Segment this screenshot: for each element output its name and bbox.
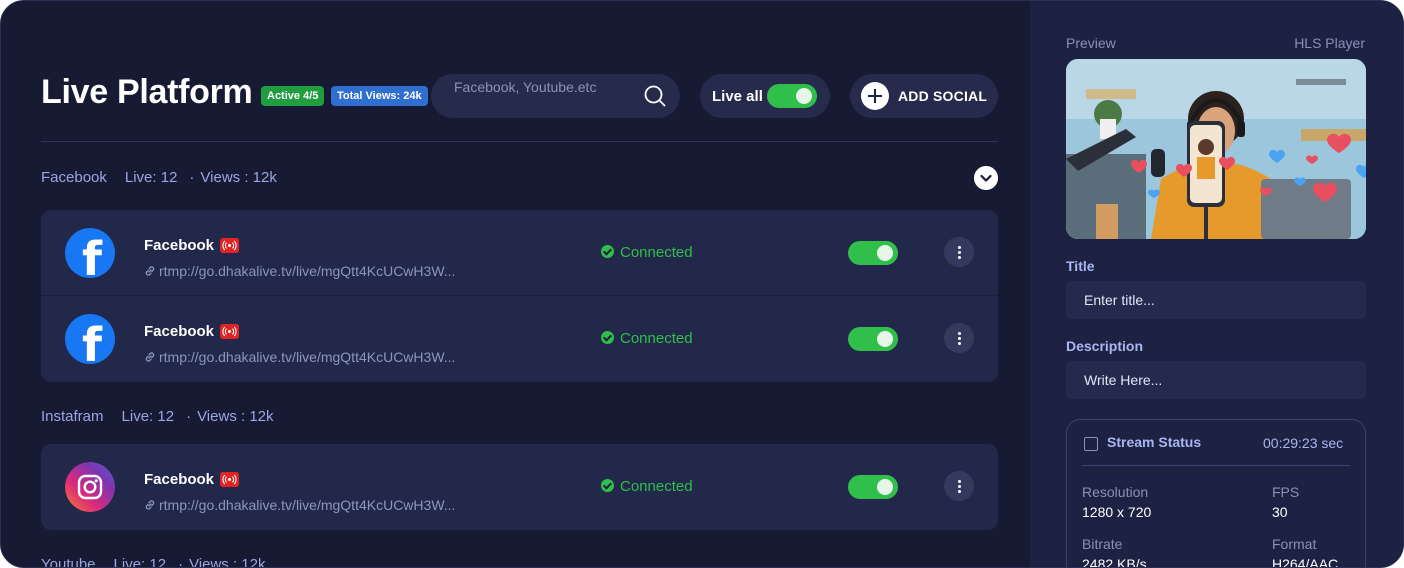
title-input[interactable] [1066, 281, 1366, 319]
section-views: Views : 12k [189, 556, 266, 568]
link-icon [145, 352, 155, 362]
more-options-icon[interactable] [944, 323, 974, 353]
add-social-label: ADD SOCIAL [898, 88, 988, 104]
search-box [431, 74, 680, 118]
account-list-facebook: f Facebook rtmp://go.dhakalive.tv/live/m… [41, 210, 998, 382]
live-broadcast-icon [220, 324, 239, 339]
description-input[interactable] [1066, 361, 1366, 399]
fps-label: FPS [1272, 484, 1300, 500]
stream-url-text: rtmp://go.dhakalive.tv/live/mgQtt4KcUCwH… [159, 263, 456, 279]
connection-status: Connected [601, 478, 693, 495]
connection-status: Connected [601, 244, 693, 261]
section-views: Views : 12k [197, 408, 274, 425]
account-name: Facebook [144, 237, 215, 254]
account-row: Facebook rtmp://go.dhakalive.tv/live/mgQ… [41, 444, 998, 530]
link-icon [145, 266, 155, 276]
stream-url: rtmp://go.dhakalive.tv/live/mgQtt4KcUCwH… [144, 263, 455, 279]
format-value: H264/AAC [1272, 556, 1339, 568]
live-broadcast-icon [220, 472, 239, 487]
live-all-label: Live all [712, 88, 763, 105]
bitrate-value: 2482 KB/s [1082, 556, 1147, 568]
separator-dot: · [178, 556, 184, 568]
description-label: Description [1066, 338, 1144, 354]
check-circle-icon [601, 331, 614, 344]
facebook-logo-icon: f [65, 228, 115, 278]
video-preview[interactable] [1066, 59, 1366, 239]
more-options-icon[interactable] [944, 237, 974, 267]
search-input[interactable] [454, 80, 644, 112]
facebook-logo-icon: f [65, 314, 115, 364]
status-text: Connected [620, 244, 693, 261]
resolution-value: 1280 x 720 [1082, 504, 1152, 520]
check-circle-icon [601, 245, 614, 258]
section-views: Views : 12k [200, 169, 277, 186]
hls-player-label[interactable]: HLS Player [1294, 35, 1365, 51]
stream-status-checkbox[interactable] [1084, 437, 1098, 451]
section-name: Instafram [41, 408, 104, 425]
bitrate-label: Bitrate [1082, 536, 1123, 552]
section-header-youtube: Youtube Live: 12 · Views : 12k [41, 556, 272, 568]
stream-url: rtmp://go.dhakalive.tv/live/mgQtt4KcUCwH… [144, 497, 455, 513]
preview-label: Preview [1066, 35, 1116, 51]
active-badge: Active 4/5 [261, 86, 325, 106]
account-list-instagram: Facebook rtmp://go.dhakalive.tv/live/mgQ… [41, 444, 998, 530]
chevron-down-icon[interactable] [974, 166, 998, 190]
account-toggle[interactable] [848, 327, 898, 351]
resolution-label: Resolution [1082, 484, 1149, 500]
check-circle-icon [601, 479, 614, 492]
status-text: Connected [620, 478, 693, 495]
toggle-knob [877, 331, 893, 347]
stream-url-text: rtmp://go.dhakalive.tv/live/mgQtt4KcUCwH… [159, 497, 456, 513]
toggle-knob [796, 88, 812, 104]
separator-dot: · [186, 408, 192, 425]
total-views-badge: Total Views: 24k [331, 86, 428, 106]
live-all-control: Live all [700, 74, 830, 118]
page-title: Live Platform [41, 73, 253, 111]
toggle-knob [877, 245, 893, 261]
section-header-facebook: Facebook Live: 12 · Views : 12k [41, 169, 283, 186]
section-live-count: Live: 12 [113, 556, 167, 568]
section-name: Facebook [41, 169, 107, 186]
stream-url-text: rtmp://go.dhakalive.tv/live/mgQtt4KcUCwH… [159, 349, 456, 365]
header-divider [41, 141, 998, 142]
account-toggle[interactable] [848, 475, 898, 499]
account-row: f Facebook rtmp://go.dhakalive.tv/live/m… [41, 296, 998, 382]
instagram-logo-icon [65, 462, 115, 512]
side-panel: Preview HLS Player Title Enter title... … [1030, 1, 1403, 568]
stream-duration: 00:29:23 sec [1263, 435, 1344, 451]
separator-dot: · [189, 169, 195, 186]
account-row: f Facebook rtmp://go.dhakalive.tv/live/m… [41, 210, 998, 296]
stream-url: rtmp://go.dhakalive.tv/live/mgQtt4KcUCwH… [144, 349, 455, 365]
app-window: Live Platform Active 4/5 Total Views: 24… [0, 0, 1404, 568]
more-options-icon[interactable] [944, 471, 974, 501]
format-label: Format [1272, 536, 1317, 552]
section-live-count: Live: 12 [121, 408, 175, 425]
plus-icon [861, 82, 889, 110]
account-name: Facebook [144, 323, 215, 340]
connection-status: Connected [601, 330, 693, 347]
status-text: Connected [620, 330, 693, 347]
add-social-button[interactable]: ADD SOCIAL [850, 74, 998, 118]
section-live-count: Live: 12 [124, 169, 178, 186]
stream-status-title: Stream Status [1107, 434, 1202, 450]
main-panel: Live Platform Active 4/5 Total Views: 24… [1, 1, 1030, 568]
link-icon [145, 500, 155, 510]
account-name: Facebook [144, 471, 215, 488]
stream-status-card: Stream Status 00:29:23 sec Resolution 12… [1066, 419, 1366, 568]
toggle-knob [877, 479, 893, 495]
title-label: Title [1066, 258, 1095, 274]
search-icon[interactable] [644, 85, 666, 107]
section-name: Youtube [41, 556, 96, 568]
live-all-toggle[interactable] [767, 84, 817, 108]
stream-divider [1082, 465, 1350, 466]
fps-value: 30 [1272, 504, 1288, 520]
section-header-instagram: Instafram Live: 12 · Views : 12k [41, 408, 280, 425]
account-toggle[interactable] [848, 241, 898, 265]
live-broadcast-icon [220, 238, 239, 253]
